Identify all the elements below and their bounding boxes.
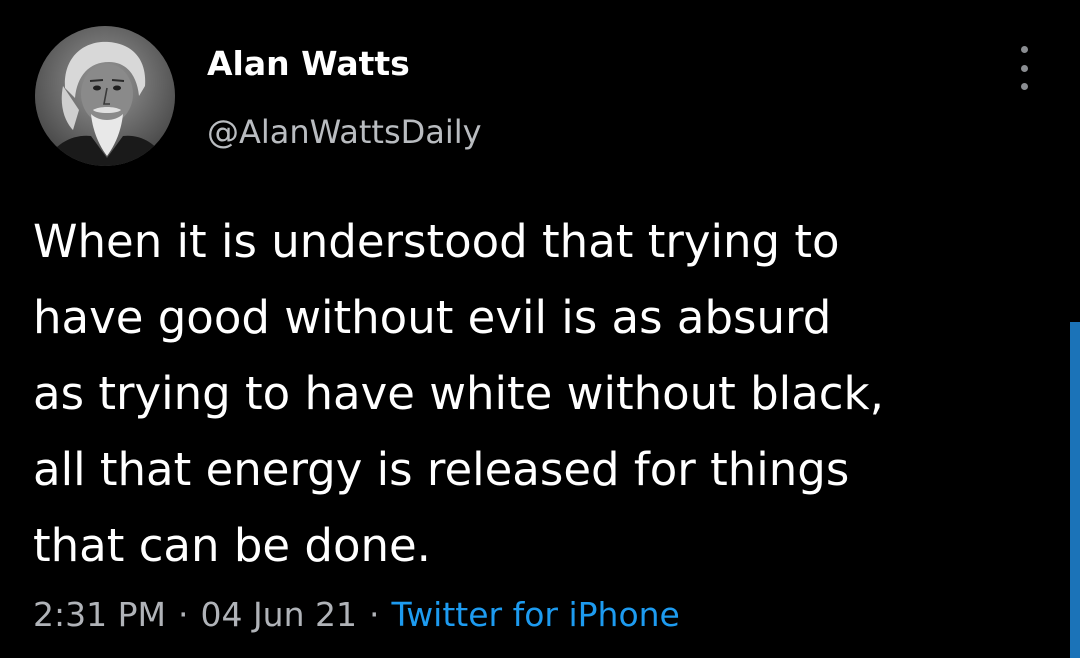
author-handle[interactable]: @AlanWattsDaily — [207, 113, 482, 151]
more-dot — [1020, 46, 1028, 53]
tweet-source-link[interactable]: Twitter for iPhone — [392, 595, 680, 634]
tweet-date: 04 Jun 21 — [200, 595, 357, 634]
tweet-text-line: all that energy is released for things — [33, 443, 850, 496]
tweet-card: Alan Watts @AlanWattsDaily When it is un… — [0, 0, 1080, 658]
tweet-meta: 2:31 PM · 04 Jun 21 · Twitter for iPhone — [33, 595, 680, 634]
more-dot — [1020, 83, 1028, 90]
meta-separator: · — [177, 595, 189, 634]
scroll-indicator[interactable] — [1070, 322, 1080, 658]
tweet-text-line: When it is understood that trying to — [33, 215, 840, 268]
author-display-name[interactable]: Alan Watts — [207, 44, 410, 83]
tweet-text-line: have good without evil is as absurd — [33, 291, 832, 344]
tweet-time: 2:31 PM — [33, 595, 166, 634]
avatar[interactable] — [35, 26, 175, 166]
more-dot — [1020, 64, 1028, 72]
tweet-text-line: as trying to have white without black, — [33, 367, 884, 420]
tweet-text: When it is understood that trying to hav… — [33, 204, 1053, 584]
tweet-text-line: that can be done. — [33, 519, 431, 572]
avatar-portrait-image — [35, 26, 175, 166]
more-vertical-icon[interactable] — [1008, 46, 1040, 90]
meta-separator: · — [369, 595, 380, 634]
